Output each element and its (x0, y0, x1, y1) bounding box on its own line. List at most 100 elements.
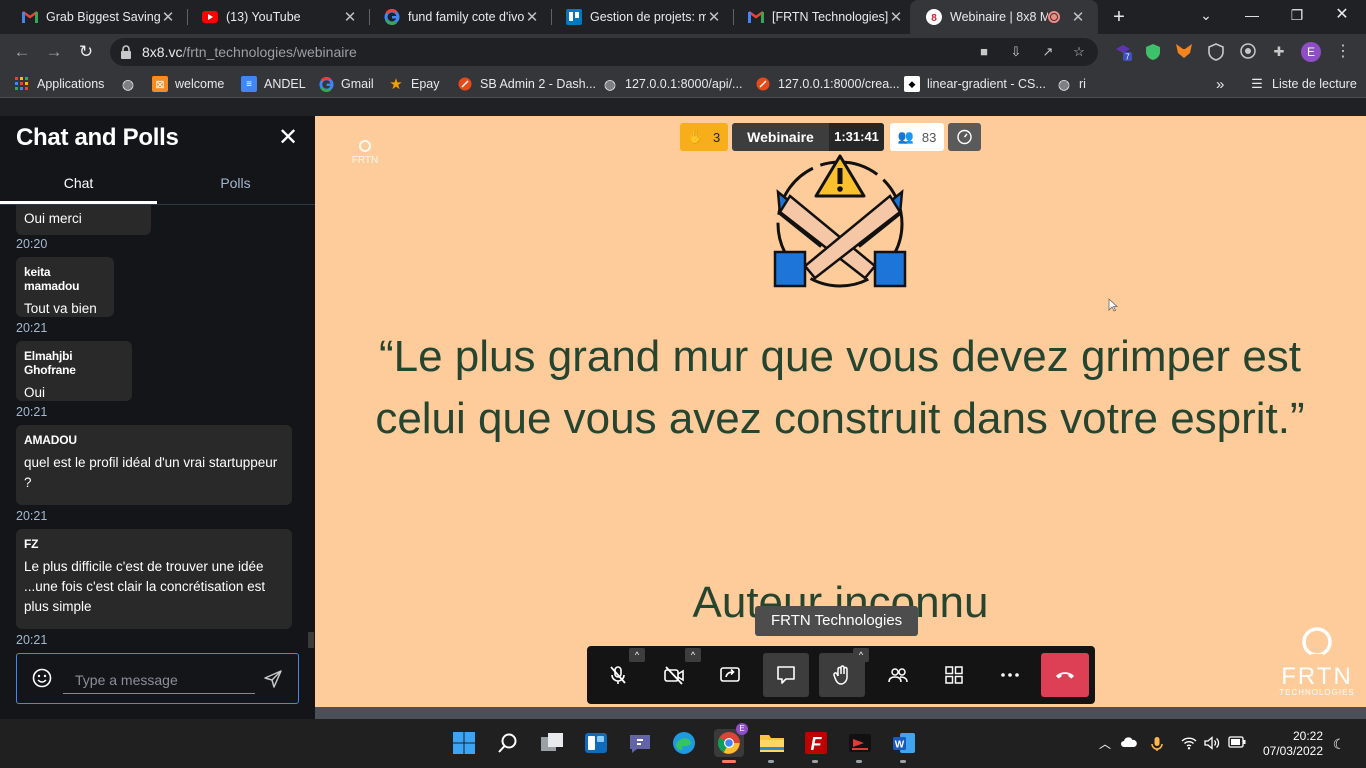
minimize-button[interactable]: — (1232, 0, 1272, 30)
camera-options-chevron[interactable]: ^ (685, 648, 701, 662)
more-dots-icon (1001, 673, 1019, 677)
target-icon[interactable] (1239, 43, 1257, 61)
bookmark-create[interactable]: 127.0.0.1:8000/crea... (755, 75, 900, 93)
tab-webinaire-active[interactable]: 8 Webinaire | 8x8 M ✕ (910, 0, 1098, 34)
bookmark-globe[interactable]: ◍ (120, 75, 143, 93)
wifi-icon[interactable] (1181, 736, 1197, 752)
screen-share-button[interactable] (707, 653, 753, 697)
onedrive-icon[interactable] (1121, 736, 1137, 752)
tab-close-icon[interactable]: ✕ (342, 8, 358, 26)
tab-chat[interactable]: Chat (0, 168, 157, 204)
tab-youtube[interactable]: (13) YouTube ✕ (180, 0, 370, 34)
screencast-app-button[interactable] (846, 729, 874, 757)
bookmark-epay[interactable]: ★ Epay (388, 75, 439, 93)
vpn-shield-icon[interactable] (1207, 43, 1225, 61)
filezilla-button[interactable]: F (802, 729, 830, 757)
raised-hands-indicator[interactable]: ✋ 3 (680, 123, 728, 151)
metamask-icon[interactable] (1175, 43, 1193, 61)
tab-grab-savings[interactable]: Grab Biggest Savings o ✕ (0, 0, 188, 34)
tab-polls[interactable]: Polls (157, 168, 314, 204)
apps-grid-icon (14, 76, 30, 92)
tab-frtn-mail[interactable]: [FRTN Technologies] N ✕ (726, 0, 916, 34)
message-text: Tout va bien (24, 301, 97, 316)
svg-text:8: 8 (931, 13, 937, 24)
extensions-puzzle-icon[interactable]: ✚ (1270, 43, 1288, 61)
bookmark-applications[interactable]: Applications (14, 75, 104, 93)
back-button[interactable]: ← (12, 42, 32, 62)
emoji-icon[interactable] (32, 668, 52, 688)
connection-quality-button[interactable] (948, 123, 981, 151)
microphone-options-chevron[interactable]: ^ (629, 648, 645, 662)
bookmark-linear-gradient[interactable]: ◆ linear-gradient - CS... (904, 75, 1046, 93)
kebab-menu-icon[interactable]: ⋮ (1334, 43, 1352, 61)
chat-scrollbar[interactable] (308, 632, 314, 648)
tab-close-icon[interactable]: ✕ (524, 8, 540, 26)
tile-view-button[interactable] (931, 653, 977, 697)
bookmark-sb-admin[interactable]: SB Admin 2 - Dash... (457, 75, 596, 93)
start-button[interactable] (450, 729, 478, 757)
svg-text:W: W (895, 740, 905, 751)
profile-avatar[interactable]: E (1301, 42, 1321, 62)
lock-icon (121, 45, 131, 59)
tab-title: Gestion de projets: mé (590, 10, 706, 24)
restore-button[interactable]: ❐ (1277, 0, 1317, 30)
close-icon[interactable]: ✕ (276, 126, 300, 150)
participants-button[interactable] (875, 653, 921, 697)
word-button[interactable]: W (890, 729, 918, 757)
widgets-button[interactable] (582, 729, 610, 757)
8x8-icon: 8 (926, 9, 942, 25)
globe-icon: ◍ (121, 75, 135, 92)
message-input[interactable] (63, 666, 255, 694)
focus-assist-moon-icon[interactable]: ☾ (1331, 736, 1347, 752)
file-explorer-button[interactable] (758, 729, 786, 757)
send-icon[interactable] (263, 669, 283, 689)
address-bar[interactable]: 8x8.vc/frtn_technologies/webinaire ■ ⇩ ↗… (110, 38, 1098, 66)
install-icon[interactable]: ⇩ (1008, 44, 1024, 60)
battery-icon[interactable] (1228, 736, 1246, 752)
bookmark-welcome[interactable]: ⊠ welcome (152, 75, 224, 93)
tab-close-icon[interactable]: ✕ (160, 8, 176, 26)
reload-button[interactable]: ↻ (76, 42, 96, 62)
forward-button[interactable]: → (44, 42, 64, 62)
camera-icon[interactable]: ■ (976, 44, 992, 60)
system-clock[interactable]: 20:22 07/03/2022 (1255, 729, 1323, 759)
microphone-in-use-icon[interactable] (1149, 736, 1165, 752)
chat-toggle-button[interactable] (763, 653, 809, 697)
globe-icon: ◍ (603, 75, 617, 92)
participants-count-button[interactable]: 👥 83 (890, 123, 944, 151)
search-button[interactable] (494, 729, 522, 757)
chrome-button[interactable]: E (714, 723, 748, 757)
volume-icon[interactable] (1204, 736, 1220, 752)
share-icon[interactable]: ↗ (1040, 44, 1056, 60)
bookmark-gmail[interactable]: Gmail (318, 75, 374, 93)
edge-button[interactable] (670, 729, 698, 757)
tab-trello[interactable]: Gestion de projets: mé ✕ (544, 0, 734, 34)
teams-chat-button[interactable] (626, 729, 654, 757)
shield-icon[interactable] (1144, 43, 1162, 61)
bookmark-andel[interactable]: ≡ ANDEL (241, 75, 306, 93)
tab-title: (13) YouTube (226, 10, 301, 24)
extension-badge-icon[interactable]: 7 (1114, 43, 1132, 62)
tab-close-icon[interactable]: ✕ (888, 8, 904, 26)
laravel-icon (755, 76, 771, 92)
chat-message: AMADOU quel est le profil idéal d'un vra… (16, 425, 292, 505)
hang-up-button[interactable] (1041, 653, 1089, 697)
more-options-button[interactable] (987, 653, 1033, 697)
bookmark-ri[interactable]: ◍ ri (1056, 75, 1086, 93)
tab-search-icon[interactable]: ⌄ (1186, 0, 1226, 30)
new-tab-button[interactable]: + (1108, 6, 1130, 28)
reading-list[interactable]: ☰ Liste de lecture (1249, 75, 1357, 93)
tab-close-icon[interactable]: ✕ (706, 8, 722, 26)
reactions-chevron[interactable]: ^ (853, 648, 869, 662)
message-time: 20:21 (16, 321, 48, 335)
show-hidden-icons-chevron[interactable]: ︿ (1097, 736, 1113, 752)
bookmark-star-icon[interactable]: ☆ (1071, 44, 1087, 60)
task-view-button[interactable] (538, 729, 566, 757)
close-window-button[interactable]: ✕ (1322, 0, 1362, 30)
tab-close-icon[interactable]: ✕ (1070, 8, 1086, 26)
message-list[interactable]: Oui merci 20:20 keita mamadou Tout va bi… (0, 205, 315, 648)
bookmarks-overflow-chevron[interactable]: » (1216, 75, 1224, 93)
tab-google-search[interactable]: fund family cote d'ivoi ✕ (362, 0, 552, 34)
bookmark-api[interactable]: ◍ 127.0.0.1:8000/api/... (602, 75, 743, 93)
widgets-icon (585, 733, 607, 753)
